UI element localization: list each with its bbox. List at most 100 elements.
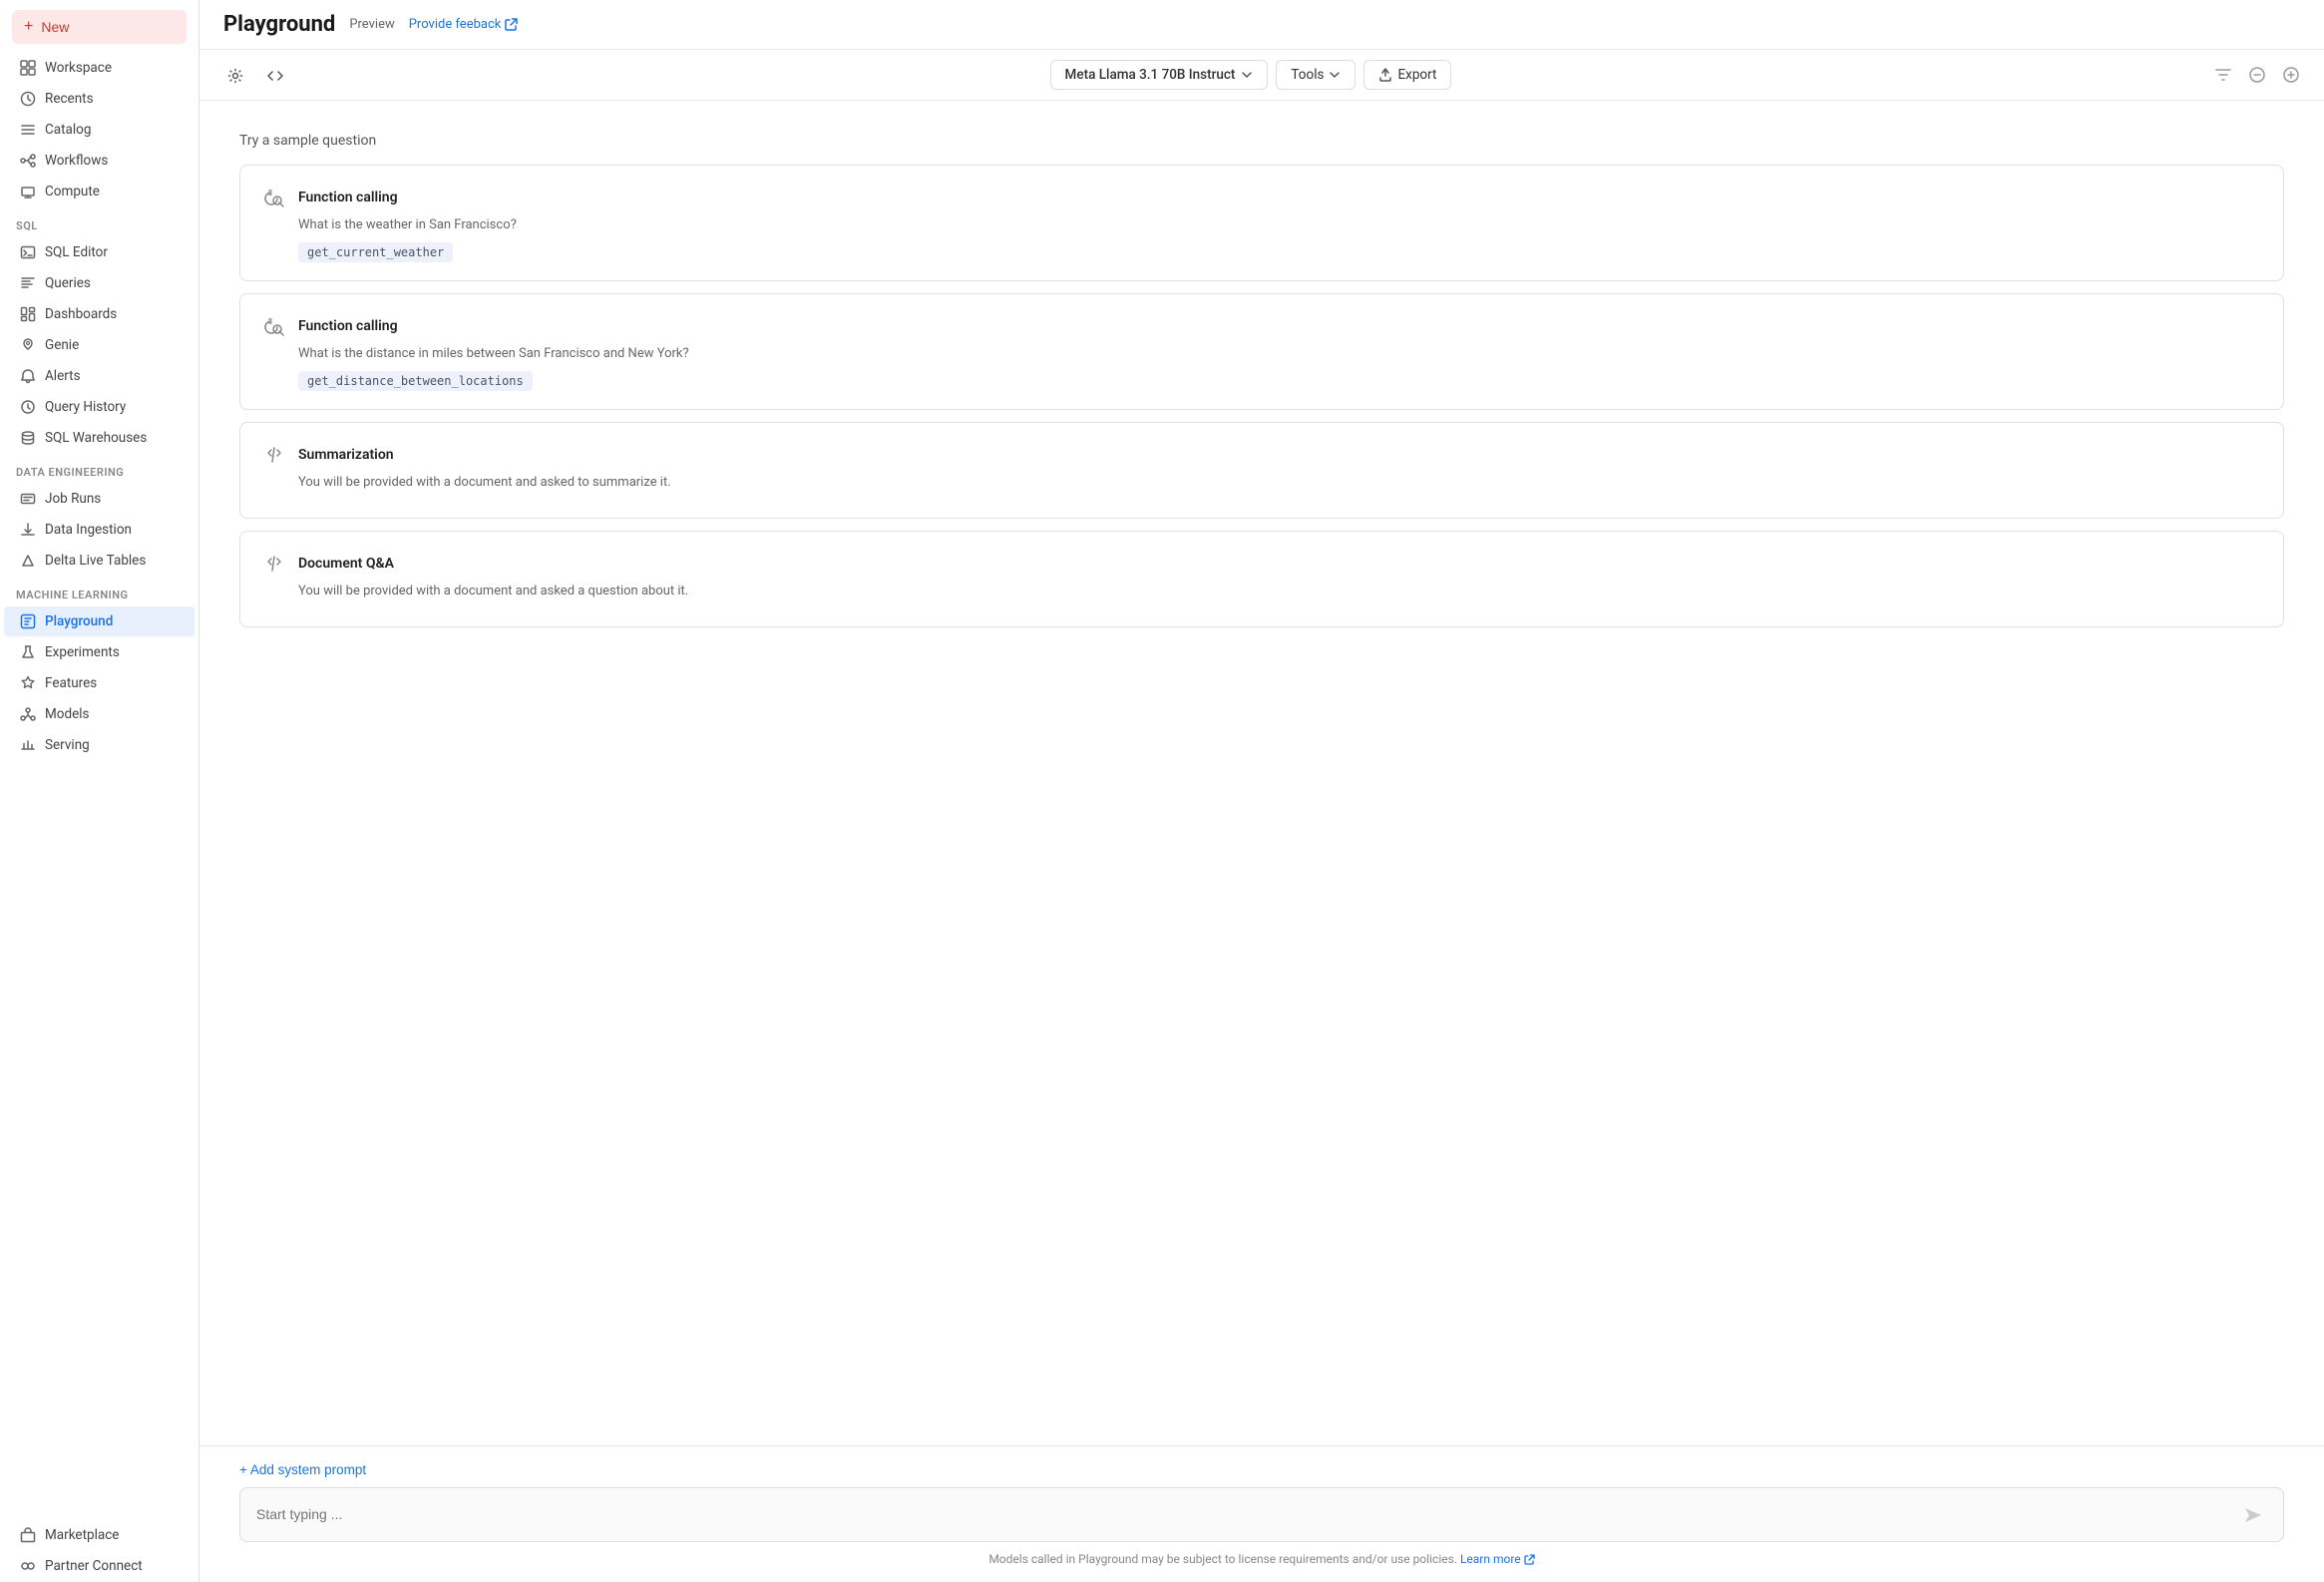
feedback-label: Provide feeback [409, 17, 502, 32]
card-description: What is the distance in miles between Sa… [298, 346, 2263, 361]
card-header: Document Q&A [260, 550, 2263, 578]
export-label: Export [1397, 67, 1436, 83]
sidebar-item-compute[interactable]: Compute [4, 177, 194, 206]
delta-live-tables-icon [20, 553, 36, 569]
sidebar-item-label: Features [45, 675, 97, 691]
send-button[interactable] [2239, 1500, 2267, 1529]
sidebar-item-delta-live-tables[interactable]: Delta Live Tables [4, 546, 194, 576]
sql-nav-items: SQL Editor Queries Dashboards Genie Aler… [0, 236, 198, 454]
query-history-icon [20, 399, 36, 415]
sidebar-item-alerts[interactable]: Alerts [4, 361, 194, 391]
sidebar-item-sql-editor[interactable]: SQL Editor [4, 237, 194, 267]
card-type: Function calling [298, 190, 398, 205]
sidebar-item-label: Recents [45, 91, 94, 107]
add-system-prompt-button[interactable]: + Add system prompt [239, 1462, 366, 1477]
main-area: Playground Preview Provide feeback Meta … [199, 0, 2324, 1582]
marketplace-icon [20, 1527, 36, 1543]
sidebar-item-models[interactable]: Models [4, 699, 194, 729]
sidebar-item-data-ingestion[interactable]: Data Ingestion [4, 515, 194, 545]
plus-icon: + [24, 18, 33, 36]
sample-question-label: Try a sample question [239, 133, 2284, 149]
bottom-nav-items: Marketplace Partner Connect [0, 1503, 198, 1582]
add-system-prompt-label: + Add system prompt [239, 1462, 366, 1477]
settings-icon [227, 66, 243, 83]
export-button[interactable]: Export [1363, 60, 1451, 90]
new-button[interactable]: + New [12, 10, 187, 44]
external-link-icon-small [1524, 1552, 1535, 1566]
sidebar-item-recents[interactable]: Recents [4, 84, 194, 114]
tools-button[interactable]: Tools [1276, 60, 1356, 90]
genie-icon [20, 337, 36, 353]
card-header: Function calling [260, 312, 2263, 340]
sample-card-function-calling-2[interactable]: Function calling What is the distance in… [239, 293, 2284, 410]
sidebar-item-serving[interactable]: Serving [4, 730, 194, 760]
sidebar-item-query-history[interactable]: Query History [4, 392, 194, 422]
sidebar-item-genie[interactable]: Genie [4, 330, 194, 360]
sidebar-item-workflows[interactable]: Workflows [4, 146, 194, 176]
sidebar-item-label: Alerts [45, 368, 81, 384]
function-calling-icon-2 [260, 312, 288, 340]
summarization-icon [260, 441, 288, 469]
sidebar-item-queries[interactable]: Queries [4, 268, 194, 298]
learn-more-link[interactable]: Learn more [1460, 1552, 1535, 1566]
sidebar-item-marketplace[interactable]: Marketplace [4, 1520, 194, 1550]
learn-more-label: Learn more [1460, 1552, 1521, 1566]
sql-editor-icon [20, 244, 36, 260]
minus-button[interactable] [2244, 62, 2270, 88]
sample-card-document-qa[interactable]: Document Q&A You will be provided with a… [239, 531, 2284, 627]
top-nav-items: Workspace Recents Catalog Workflows Comp… [0, 52, 198, 207]
sample-card-function-calling-1[interactable]: Function calling What is the weather in … [239, 165, 2284, 281]
sidebar-item-label: Query History [45, 399, 126, 415]
feedback-link[interactable]: Provide feeback [409, 17, 519, 32]
sidebar-item-experiments[interactable]: Experiments [4, 637, 194, 667]
sample-card-summarization[interactable]: Summarization You will be provided with … [239, 422, 2284, 519]
sidebar-item-label: SQL Warehouses [45, 430, 147, 446]
sidebar-item-features[interactable]: Features [4, 668, 194, 698]
sidebar-item-workspace[interactable]: Workspace [4, 53, 194, 83]
card-type: Document Q&A [298, 556, 394, 572]
sidebar-item-label: Playground [45, 613, 113, 629]
sidebar-item-job-runs[interactable]: Job Runs [4, 484, 194, 514]
filter-button[interactable] [2210, 62, 2236, 88]
sidebar-item-label: Marketplace [45, 1527, 119, 1543]
chevron-down-icon [1329, 67, 1341, 83]
sidebar-item-label: Models [45, 706, 90, 722]
workspace-icon [20, 60, 36, 76]
tools-label: Tools [1291, 67, 1324, 83]
document-qa-icon [260, 550, 288, 578]
sidebar-item-dashboards[interactable]: Dashboards [4, 299, 194, 329]
card-header: Function calling [260, 184, 2263, 211]
toolbar-right [2210, 62, 2304, 88]
sidebar-item-partner-connect[interactable]: Partner Connect [4, 1551, 194, 1581]
sql-warehouses-icon [20, 430, 36, 446]
chevron-down-icon [1241, 67, 1253, 83]
sidebar-item-label: Job Runs [45, 491, 101, 507]
sidebar: + New Workspace Recents Catalog Wor [0, 0, 199, 1582]
job-runs-icon [20, 491, 36, 507]
sidebar-item-label: Experiments [45, 644, 120, 660]
card-header: Summarization [260, 441, 2263, 469]
chat-input[interactable] [256, 1506, 2239, 1522]
card-type: Function calling [298, 318, 398, 334]
sidebar-item-label: Delta Live Tables [45, 553, 146, 569]
features-icon [20, 675, 36, 691]
sidebar-item-playground[interactable]: Playground [4, 606, 194, 636]
sidebar-item-sql-warehouses[interactable]: SQL Warehouses [4, 423, 194, 453]
sidebar-item-label: Queries [45, 275, 91, 291]
plus-button[interactable] [2278, 62, 2304, 88]
footer-note: Models called in Playground may be subje… [239, 1552, 2284, 1566]
data-engineering-nav-items: Job Runs Data Ingestion Delta Live Table… [0, 483, 198, 577]
sidebar-item-label: Data Ingestion [45, 522, 132, 538]
external-link-icon [505, 17, 518, 32]
model-selector[interactable]: Meta Llama 3.1 70B Instruct [1050, 60, 1269, 90]
sidebar-item-catalog[interactable]: Catalog [4, 115, 194, 145]
sidebar-item-label: SQL Editor [45, 244, 108, 260]
sidebar-item-label: Partner Connect [45, 1558, 143, 1574]
model-label: Meta Llama 3.1 70B Instruct [1065, 67, 1236, 83]
settings-button[interactable] [219, 62, 251, 87]
sidebar-item-label: Compute [45, 184, 100, 199]
catalog-icon [20, 122, 36, 138]
code-button[interactable] [259, 62, 291, 87]
data-engineering-section-label: Data Engineering [0, 454, 198, 483]
function-calling-icon [260, 184, 288, 211]
